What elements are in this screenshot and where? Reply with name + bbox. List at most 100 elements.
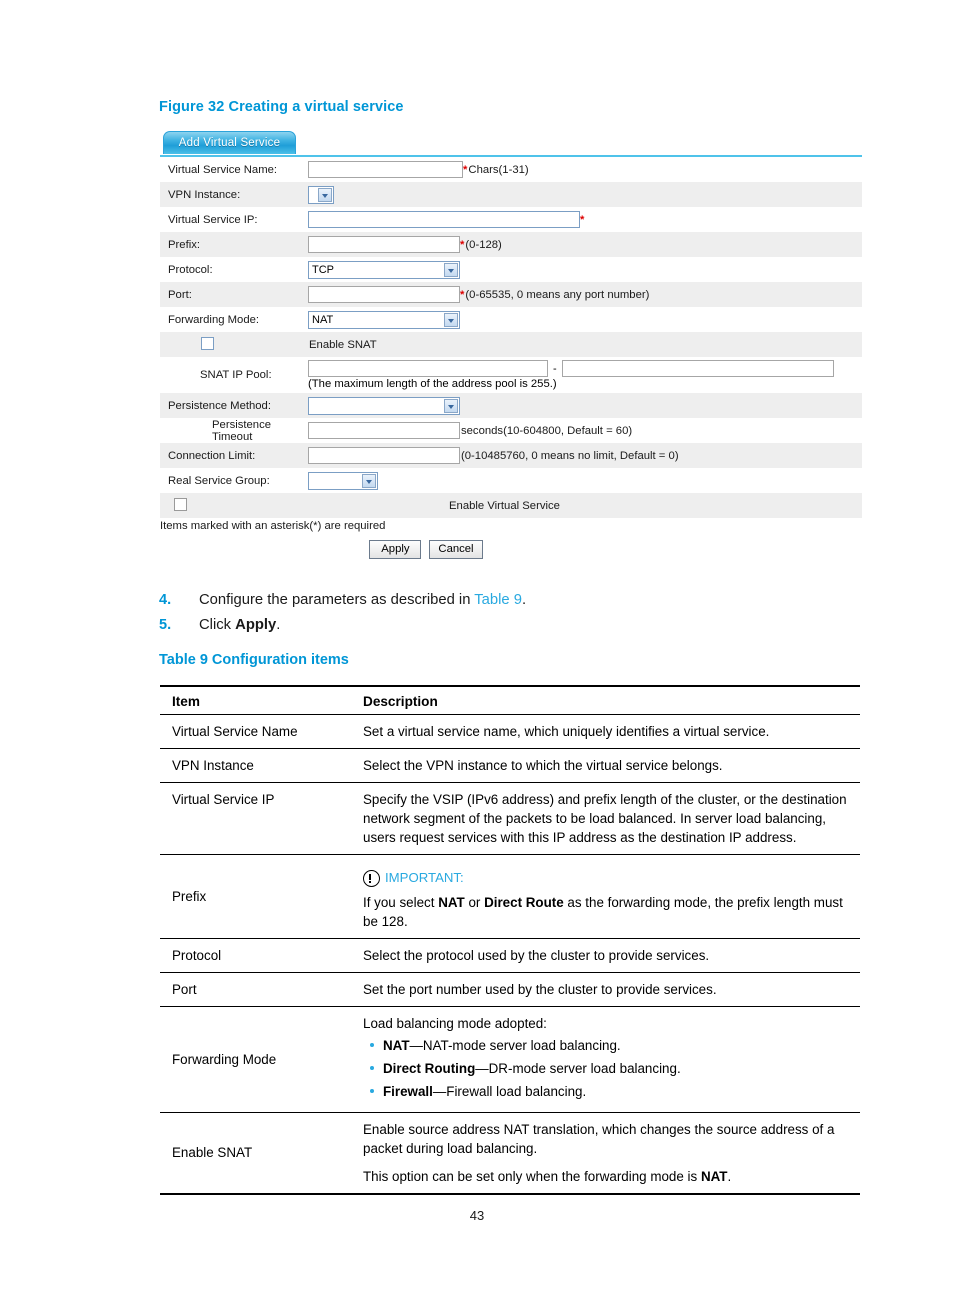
cancel-button[interactable]: Cancel xyxy=(429,540,483,559)
hint-virtual-service-name: Chars(1-31) xyxy=(468,163,529,176)
table-header-row: Item Description xyxy=(160,685,860,716)
table-row: VPN Instance Select the VPN instance to … xyxy=(160,749,860,783)
protocol-select[interactable]: TCP xyxy=(308,260,460,279)
label-protocol: Protocol: xyxy=(168,263,213,276)
row-enable-snat: Enable SNAT xyxy=(160,332,862,357)
row-desc-protocol: Select the protocol used by the cluster … xyxy=(363,948,710,964)
snat-ip-pool-start-input[interactable] xyxy=(308,360,548,377)
label-persistence-timeout: Persistence Timeout xyxy=(212,418,272,443)
step-4-number: 4. xyxy=(159,592,172,608)
imp-text-a: If you select xyxy=(363,895,439,911)
vpn-instance-select[interactable] xyxy=(308,185,334,204)
row-item-forwarding-mode: Forwarding Mode xyxy=(172,1052,277,1068)
label-enable-virtual-service: Enable Virtual Service xyxy=(449,499,560,512)
table-row: Protocol Select the protocol used by the… xyxy=(160,939,860,973)
virtual-service-name-input[interactable] xyxy=(308,161,463,178)
add-virtual-service-dialog: Add Virtual Service Virtual Service Name… xyxy=(160,131,862,559)
enable-virtual-service-checkbox-cell xyxy=(160,497,308,514)
table-row: Forwarding Mode Load balancing mode adop… xyxy=(160,1007,860,1113)
virtual-service-ip-input[interactable] xyxy=(308,211,580,228)
enable-virtual-service-checkbox[interactable] xyxy=(174,497,187,511)
snat-ip-pool-end-input[interactable] xyxy=(561,360,834,377)
snat-desc2-a: This option can be set only when the for… xyxy=(363,1168,701,1184)
label-snat-ip-pool: SNAT IP Pool: xyxy=(200,369,272,381)
row-persistence-timeout: Persistence Timeout seconds(10-604800, D… xyxy=(160,418,862,443)
tab-add-virtual-service[interactable]: Add Virtual Service xyxy=(163,131,296,154)
row-real-service-group: Real Service Group: xyxy=(160,468,862,493)
forwarding-mode-select[interactable]: NAT xyxy=(308,310,460,329)
row-connection-limit: Connection Limit: (0-10485760, 0 means n… xyxy=(160,443,862,468)
bullet-rest-firewall: —Firewall load balancing. xyxy=(432,1084,587,1100)
chevron-down-icon[interactable] xyxy=(444,398,458,413)
label-prefix: Prefix: xyxy=(168,238,201,251)
step-5-text-b: . xyxy=(276,617,281,633)
column-header-item: Item xyxy=(160,685,351,716)
port-input[interactable] xyxy=(308,286,460,303)
table-9-link[interactable]: Table 9 xyxy=(474,592,522,608)
snat-desc2-c: . xyxy=(727,1168,732,1184)
persistence-timeout-input[interactable] xyxy=(308,422,460,439)
prefix-input[interactable] xyxy=(308,236,460,253)
step-5: 5. Click Apply. xyxy=(159,617,859,633)
figure-caption: Figure 32 Creating a virtual service xyxy=(159,99,404,115)
required-asterisk-port: * xyxy=(460,288,465,301)
forwarding-mode-bullets: NAT—NAT-mode server load balancing. Dire… xyxy=(363,1036,856,1101)
label-forwarding-mode: Forwarding Mode: xyxy=(168,313,260,326)
apply-button[interactable]: Apply xyxy=(369,540,422,559)
snat-desc2-bold-nat: NAT xyxy=(700,1168,728,1184)
enable-snat-desc-1: Enable source address NAT translation, w… xyxy=(363,1122,835,1157)
row-prefix: Prefix: * (0-128) xyxy=(160,232,862,257)
chevron-down-icon[interactable] xyxy=(444,262,458,277)
row-vpn-instance: VPN Instance: xyxy=(160,182,862,207)
table-row: Prefix IMPORTANT: If you select NAT or D… xyxy=(160,855,860,939)
row-desc-port: Set the port number used by the cluster … xyxy=(363,982,717,998)
step-4-text-a: Configure the parameters as described in xyxy=(199,592,475,608)
row-item-protocol: Protocol xyxy=(172,948,222,964)
chevron-down-icon[interactable] xyxy=(362,473,376,488)
important-icon xyxy=(363,870,380,888)
column-header-description: Description xyxy=(351,685,860,716)
table-row: Virtual Service Name Set a virtual servi… xyxy=(160,715,860,749)
dialog-buttons: Apply Cancel xyxy=(160,540,862,559)
row-persistence-method: Persistence Method: xyxy=(160,393,862,418)
chevron-down-icon[interactable] xyxy=(444,312,458,327)
enable-snat-checkbox-cell xyxy=(160,336,308,353)
table-9-configuration-items: Item Description Virtual Service Name Se… xyxy=(160,685,860,1195)
label-virtual-service-name: Virtual Service Name: xyxy=(168,163,278,176)
row-desc-forwarding-mode: Load balancing mode adopted: NAT—NAT-mod… xyxy=(351,1007,860,1113)
row-forwarding-mode: Forwarding Mode: NAT xyxy=(160,307,862,332)
row-port: Port: * (0-65535, 0 means any port number… xyxy=(160,282,862,307)
label-real-service-group: Real Service Group: xyxy=(168,474,270,487)
enable-snat-checkbox[interactable] xyxy=(201,336,214,350)
label-enable-snat: Enable SNAT xyxy=(309,338,377,351)
important-label: IMPORTANT: xyxy=(385,870,464,886)
label-vpn-instance: VPN Instance: xyxy=(168,188,241,201)
imp-text-mid: or xyxy=(464,895,485,911)
row-item-virtual-service-ip: Virtual Service IP xyxy=(172,792,275,808)
snat-ip-pool-separator: - xyxy=(553,362,557,375)
label-connection-limit: Connection Limit: xyxy=(168,449,256,462)
step-5-apply-bold: Apply xyxy=(235,617,277,633)
connection-limit-input[interactable] xyxy=(308,447,460,464)
list-item: Firewall—Firewall load balancing. xyxy=(370,1082,856,1101)
important-body: If you select NAT or Direct Route as the… xyxy=(363,893,856,931)
bullet-rest-nat: —NAT-mode server load balancing. xyxy=(409,1038,621,1054)
chevron-down-icon[interactable] xyxy=(318,187,332,202)
procedure-steps: 4. Configure the parameters as described… xyxy=(159,592,859,642)
real-service-group-select[interactable] xyxy=(308,471,378,490)
enable-snat-desc-2: This option can be set only when the for… xyxy=(363,1167,856,1186)
protocol-value: TCP xyxy=(312,263,334,276)
snat-ip-pool-note: (The maximum length of the address pool … xyxy=(308,378,557,390)
page-number: 43 xyxy=(469,1208,485,1223)
important-callout: IMPORTANT: xyxy=(363,869,856,888)
hint-prefix: (0-128) xyxy=(465,238,502,251)
label-port: Port: xyxy=(168,288,192,301)
step-5-text: Click Apply. xyxy=(199,617,280,633)
persistence-method-select[interactable] xyxy=(308,396,460,415)
bullet-rest-direct-routing: —DR-mode server load balancing. xyxy=(475,1061,681,1077)
row-protocol: Protocol: TCP xyxy=(160,257,862,282)
step-4-text: Configure the parameters as described in… xyxy=(199,592,526,608)
row-enable-virtual-service: Enable Virtual Service xyxy=(160,493,862,518)
row-desc-virtual-service-name: Set a virtual service name, which unique… xyxy=(363,724,770,740)
row-item-vpn-instance: VPN Instance xyxy=(172,758,254,774)
